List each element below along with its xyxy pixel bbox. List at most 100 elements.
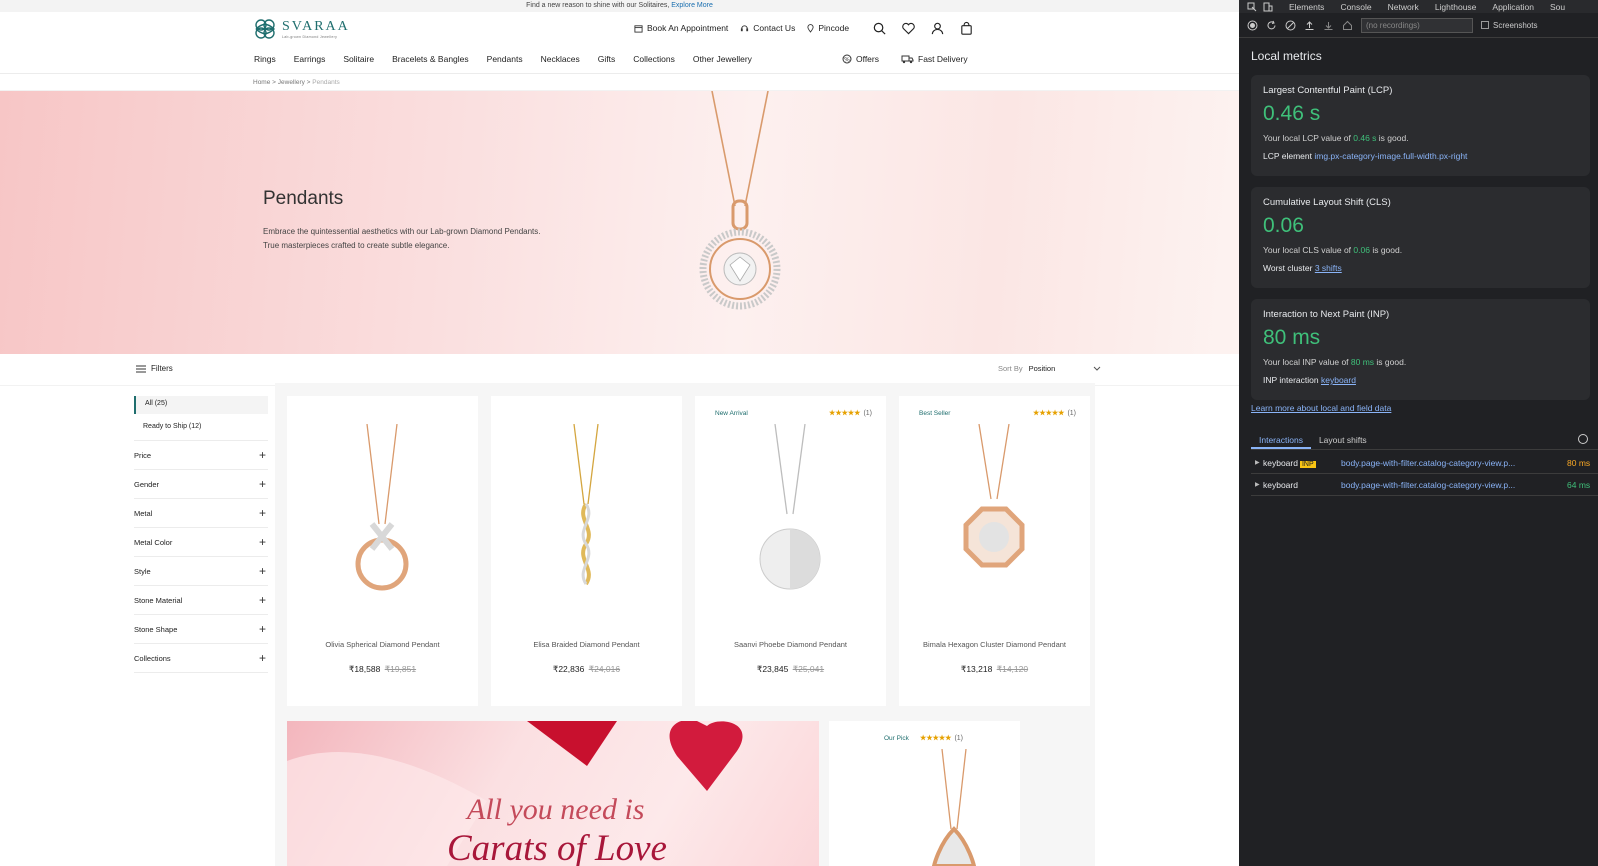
record-icon[interactable] — [1247, 20, 1258, 31]
pincode-link[interactable]: Pincode — [807, 23, 849, 33]
download-icon[interactable] — [1323, 20, 1334, 31]
product-price: ₹18,588 ₹19,851 — [287, 664, 478, 675]
product-card[interactable]: Best Seller ★★★★★ (1) Bimala Hexagon Clus… — [899, 396, 1090, 706]
page-title: Pendants — [263, 188, 344, 209]
lcp-element-link[interactable]: img.px-category-image.full-width.px-righ… — [1314, 151, 1467, 161]
category-description: Embrace the quintessential aesthetics wi… — [263, 227, 541, 250]
tab-console[interactable]: Console — [1340, 2, 1371, 12]
list-filter-icon — [136, 365, 146, 372]
reload-icon[interactable] — [1266, 20, 1277, 31]
facet-label: Collections — [134, 653, 171, 663]
filter-ready-to-ship[interactable]: Ready to Ship (12) — [134, 419, 268, 441]
nav-categories: Rings Earrings Solitaire Bracelets & Ban… — [254, 54, 752, 64]
device-toggle-icon[interactable] — [1263, 2, 1273, 12]
search-icon[interactable] — [872, 21, 887, 36]
tab-application[interactable]: Application — [1492, 2, 1534, 12]
nav-item-gifts[interactable]: Gifts — [598, 54, 615, 64]
facet-style[interactable]: Style + — [134, 557, 268, 586]
tab-network[interactable]: Network — [1388, 2, 1419, 12]
breadcrumb-home[interactable]: Home — [253, 79, 270, 86]
breadcrumb-jewellery[interactable]: Jewellery — [278, 79, 305, 86]
inspect-element-icon[interactable] — [1247, 2, 1257, 12]
product-name[interactable]: Saanvi Phoebe Diamond Pendant — [695, 640, 886, 649]
bag-icon[interactable] — [959, 21, 974, 36]
current-price: ₹23,845 — [756, 664, 789, 674]
lcp-value: 0.46 s — [1263, 102, 1321, 125]
lcp-desc-post: is good. — [1376, 133, 1409, 143]
interaction-selector[interactable]: body.page-with-filter.catalog-category-v… — [1341, 480, 1543, 490]
nav-item-rings[interactable]: Rings — [254, 54, 276, 64]
promo-banner[interactable]: All you need is Carats of Love — [287, 721, 819, 866]
inp-interaction-link[interactable]: keyboard — [1321, 375, 1356, 385]
facet-stone-shape[interactable]: Stone Shape + — [134, 615, 268, 644]
nav-item-earrings[interactable]: Earrings — [294, 54, 326, 64]
contact-us-link[interactable]: Contact Us — [740, 23, 795, 33]
nav-item-collections[interactable]: Collections — [633, 54, 675, 64]
current-price: ₹18,588 — [348, 664, 381, 674]
lcp-desc-pre: Your local LCP value of — [1263, 133, 1354, 143]
cls-desc-post: is good. — [1369, 245, 1403, 255]
lcp-card: Largest Contentful Paint (LCP) 0.46 s Yo… — [1251, 75, 1590, 176]
screenshots-checkbox[interactable]: Screenshots — [1481, 21, 1537, 30]
interactions-tabbar: Interactions Layout shifts — [1251, 432, 1598, 450]
facet-gender[interactable]: Gender + — [134, 470, 268, 499]
facet-stone-material[interactable]: Stone Material + — [134, 586, 268, 615]
product-name[interactable]: Olivia Spherical Diamond Pendant — [287, 640, 478, 649]
fast-delivery-link[interactable]: Fast Delivery — [901, 54, 968, 64]
inp-description: Your local INP value of 80 ms is good. — [1263, 357, 1578, 367]
tab-sources[interactable]: Sou — [1550, 2, 1565, 12]
nav-item-other-jewellery[interactable]: Other Jewellery — [693, 54, 752, 64]
tab-elements[interactable]: Elements — [1289, 2, 1324, 12]
book-appointment-link[interactable]: Book An Appointment — [634, 23, 728, 33]
interaction-selector[interactable]: body.page-with-filter.catalog-category-v… — [1341, 458, 1543, 468]
product-card[interactable]: Olivia Spherical Diamond Pendant ₹18,588… — [287, 396, 478, 706]
explore-more-link[interactable]: Explore More — [671, 2, 713, 9]
cls-shifts-link[interactable]: 3 shifts — [1315, 263, 1342, 273]
home-icon[interactable] — [1342, 20, 1353, 31]
recordings-select[interactable]: (no recordings) — [1361, 17, 1473, 33]
sort-control[interactable]: Sort By Position — [998, 364, 1101, 373]
expand-triangle-icon[interactable]: ▶ — [1251, 459, 1263, 466]
nav-item-necklaces[interactable]: Necklaces — [541, 54, 580, 64]
brand-logo[interactable]: SVARAA Lab-grown Diamond Jewellery — [252, 16, 350, 42]
facet-label: Price — [134, 450, 152, 460]
announcement-text: Find a new reason to shine with our Soli… — [526, 2, 670, 9]
nav-item-pendants[interactable]: Pendants — [487, 54, 523, 64]
plus-icon: + — [258, 506, 266, 520]
fast-delivery-label: Fast Delivery — [918, 54, 968, 64]
product-card[interactable]: Our Pick ★★★★★ (1) — [829, 721, 1020, 866]
heart-icon[interactable] — [901, 21, 916, 36]
facet-metal-color[interactable]: Metal Color + — [134, 528, 268, 557]
expand-triangle-icon[interactable]: ▶ — [1251, 481, 1263, 488]
interaction-row[interactable]: ▶ keyboard body.page-with-filter.catalog… — [1251, 474, 1598, 496]
offers-link[interactable]: % Offers — [842, 54, 879, 64]
facet-price[interactable]: Price + — [134, 441, 268, 470]
facet-metal[interactable]: Metal + — [134, 499, 268, 528]
product-card[interactable]: New Arrival ★★★★★ (1) Saanvi Phoebe Diamo… — [695, 396, 886, 706]
cls-desc-pre: Your local CLS value of — [1263, 245, 1354, 255]
clear-log-icon[interactable] — [1578, 434, 1588, 444]
nav-item-solitaire[interactable]: Solitaire — [343, 54, 374, 64]
inp-interaction-row: INP interaction keyboard — [1263, 375, 1578, 385]
interaction-row[interactable]: ▶ keyboard INP body.page-with-filter.cata… — [1251, 452, 1598, 474]
breadcrumb: Home > Jewellery > Pendants — [0, 74, 1239, 91]
facet-collections[interactable]: Collections + — [134, 644, 268, 673]
facet-label: Metal Color — [134, 537, 173, 547]
devtools-panel: Elements Console Network Lighthouse Appl… — [1239, 0, 1598, 866]
product-name[interactable]: Elisa Braided Diamond Pendant — [491, 640, 682, 649]
tab-layout-shifts[interactable]: Layout shifts — [1311, 432, 1375, 449]
learn-more-link[interactable]: Learn more about local and field data — [1251, 403, 1391, 413]
filters-label: Filters — [151, 364, 173, 373]
filters-toggle[interactable]: Filters — [136, 364, 173, 373]
clear-icon[interactable] — [1285, 20, 1296, 31]
filter-all[interactable]: All (25) — [134, 396, 268, 414]
user-icon[interactable] — [930, 21, 945, 36]
product-card[interactable]: Elisa Braided Diamond Pendant ₹22,836 ₹2… — [491, 396, 682, 706]
cls-cluster-row: Worst cluster 3 shifts — [1263, 263, 1578, 273]
tab-interactions[interactable]: Interactions — [1251, 432, 1311, 449]
tab-lighthouse[interactable]: Lighthouse — [1435, 2, 1477, 12]
product-name[interactable]: Bimala Hexagon Cluster Diamond Pendant — [899, 640, 1090, 649]
interaction-type-label: keyboard — [1263, 479, 1298, 490]
upload-icon[interactable] — [1304, 20, 1315, 31]
nav-item-bracelets-bangles[interactable]: Bracelets & Bangles — [392, 54, 469, 64]
